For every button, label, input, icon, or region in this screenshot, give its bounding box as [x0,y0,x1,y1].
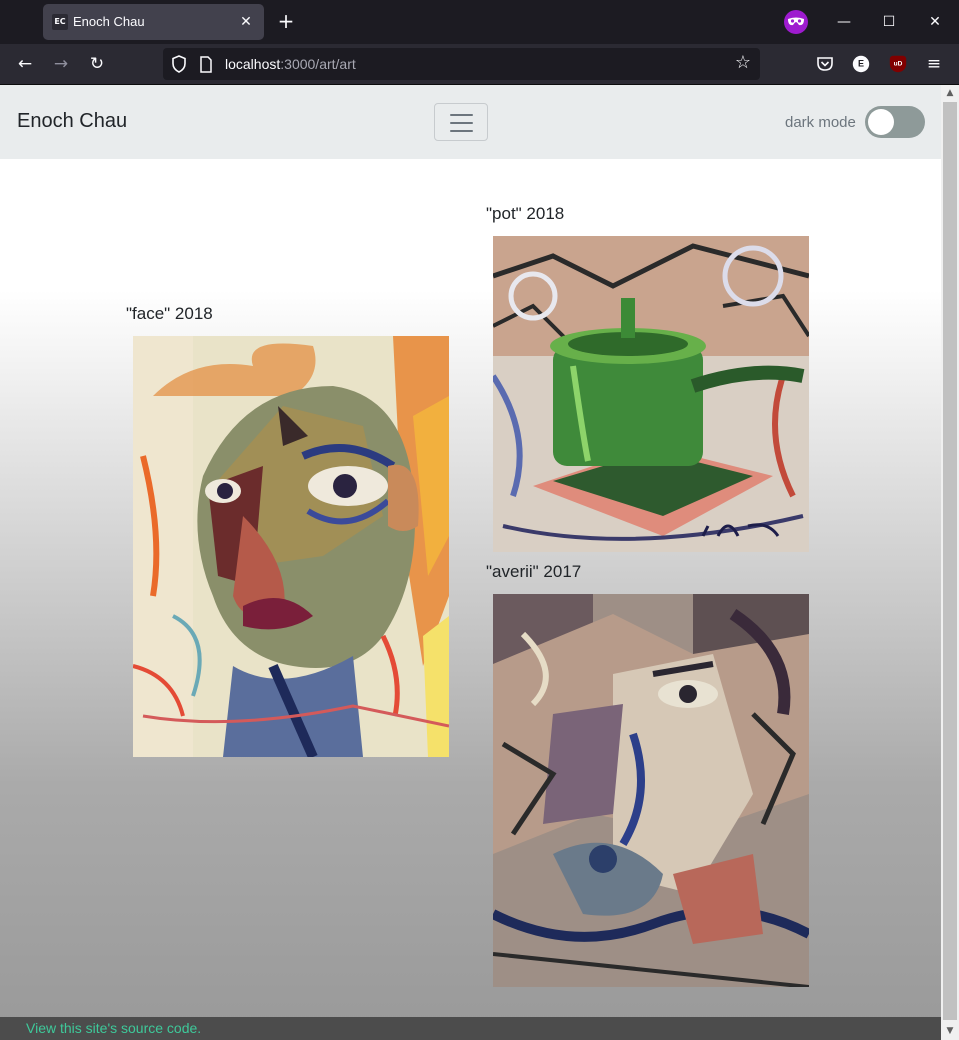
extension-e-icon[interactable]: E [852,55,870,73]
pocket-icon[interactable] [815,54,835,74]
maximize-icon[interactable]: ☐ [879,12,899,32]
artwork-image-pot[interactable] [493,236,809,552]
scroll-up-arrow-icon[interactable]: ▲ [941,85,959,102]
new-tab-plus-icon[interactable]: + [274,10,298,34]
url-path: :3000/art/art [280,56,356,72]
page-scrollbar[interactable]: ▲ ▼ [941,85,959,1040]
artwork-image-averii[interactable] [493,594,809,987]
url-bar[interactable]: localhost:3000/art/art ☆ [163,48,760,80]
url-host: localhost [225,56,281,72]
browser-toolbar: ← → ↻ localhost:3000/art/art ☆ E uD ≡ [0,44,959,85]
tracking-shield-icon[interactable] [171,55,187,73]
url-text[interactable]: localhost:3000/art/art [225,56,356,73]
tab-title: Enoch Chau [73,14,145,29]
page-info-icon[interactable] [199,56,213,73]
browser-tab[interactable]: EC Enoch Chau ✕ [43,4,264,40]
ublock-origin-icon[interactable]: uD [889,55,907,73]
page-viewport: Enoch Chau dark mode "face" 2018 "pot" 2… [0,85,941,1040]
reload-icon[interactable]: ↻ [86,53,108,75]
forward-arrow-icon[interactable]: → [50,53,72,75]
switch-knob [868,109,894,135]
toggler-bar [450,114,473,116]
site-navbar: Enoch Chau dark mode [0,85,941,159]
tab-favicon: EC [52,14,68,30]
artwork-caption-pot: "pot" 2018 [486,204,565,223]
scrollbar-thumb[interactable] [943,102,957,1020]
artwork-image-face[interactable] [133,336,449,757]
artwork-caption-face: "face" 2018 [126,304,213,323]
browser-tabstrip: EC Enoch Chau ✕ + — ☐ ✕ [0,0,959,44]
navbar-toggler-button[interactable] [434,103,488,141]
private-browsing-mask-icon[interactable] [784,10,808,34]
back-arrow-icon[interactable]: ← [14,53,36,75]
scroll-down-arrow-icon[interactable]: ▼ [941,1023,959,1040]
minimize-icon[interactable]: — [834,12,854,32]
close-window-icon[interactable]: ✕ [925,12,945,32]
dark-mode-label: dark mode [785,114,856,131]
toggler-bar [450,122,473,124]
dark-mode-switch[interactable] [865,106,925,138]
star-icon[interactable]: ☆ [732,52,754,74]
tab-close-icon[interactable]: ✕ [236,12,256,32]
toggler-bar [450,130,473,132]
hamburger-menu-icon[interactable]: ≡ [923,53,945,75]
site-footer: View this site's source code. [0,1017,941,1040]
brand-link[interactable]: Enoch Chau [17,109,127,133]
source-code-link[interactable]: View this site's source code. [26,1020,201,1037]
artwork-caption-averii: "averii" 2017 [486,562,582,581]
